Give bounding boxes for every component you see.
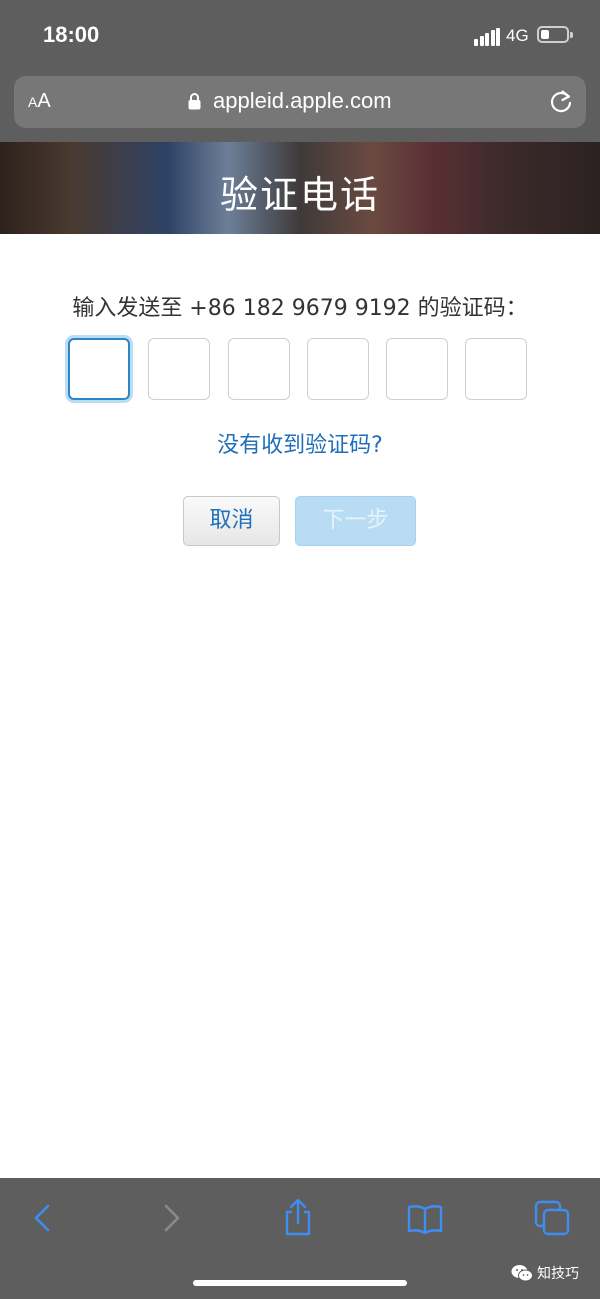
code-digit-3[interactable] <box>228 338 290 400</box>
status-time: 18:00 <box>43 22 100 47</box>
code-digit-6[interactable] <box>465 338 527 400</box>
text-size-button[interactable]: AA <box>28 90 51 113</box>
page: 18:00 4G AA appleid.apple.com 验证电话 输入发送至… <box>0 0 600 1299</box>
reload-icon[interactable] <box>548 88 574 116</box>
battery-level <box>541 30 550 39</box>
cancel-button[interactable]: 取消 <box>183 496 280 546</box>
bookmarks-icon[interactable] <box>405 1198 445 1238</box>
page-title: 验证电话 <box>219 173 380 217</box>
code-digit-1[interactable] <box>68 338 130 400</box>
verification-prompt: 输入发送至 +86 182 9679 9192 的验证码： <box>72 296 528 321</box>
share-icon[interactable] <box>278 1198 318 1238</box>
text-size-small-label: A <box>28 94 38 110</box>
address-bar[interactable]: AA appleid.apple.com <box>14 76 586 128</box>
home-indicator <box>193 1280 407 1286</box>
browser-top-bar: 18:00 4G AA appleid.apple.com <box>0 0 600 142</box>
network-type: 4G <box>506 26 529 45</box>
code-digit-5[interactable] <box>386 338 448 400</box>
code-digit-2[interactable] <box>148 338 210 400</box>
url-text: appleid.apple.com <box>213 88 392 113</box>
forward-icon[interactable] <box>152 1198 192 1238</box>
resend-code-link[interactable]: 没有收到验证码? <box>0 427 600 459</box>
watermark-text: 知技巧 <box>537 1266 579 1282</box>
back-icon[interactable] <box>22 1198 62 1238</box>
code-digit-4[interactable] <box>307 338 369 400</box>
wechat-icon <box>511 1265 533 1282</box>
text-size-large-label: A <box>37 90 51 112</box>
watermark: 知技巧 <box>511 1262 579 1284</box>
cellular-signal-icon <box>474 28 500 46</box>
verification-code-inputs <box>68 338 530 402</box>
lock-icon <box>188 93 201 110</box>
tabs-icon[interactable] <box>532 1198 572 1238</box>
battery-icon <box>537 26 573 43</box>
header-banner: 验证电话 <box>0 142 600 234</box>
next-button[interactable]: 下一步 <box>295 496 416 546</box>
